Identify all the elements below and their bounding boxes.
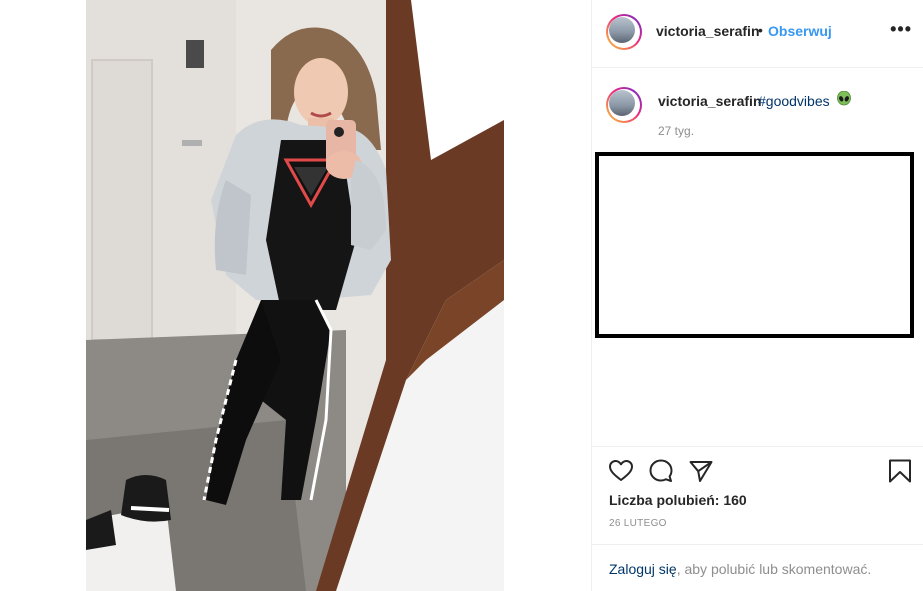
- post-photo[interactable]: [86, 0, 504, 591]
- login-link[interactable]: Zaloguj się: [609, 561, 677, 577]
- avatar[interactable]: [606, 14, 642, 50]
- post-date[interactable]: 26 LUTEGO: [609, 518, 667, 529]
- post-actions-section: Liczba polubień: 160 26 LUTEGO Zaloguj s…: [592, 446, 923, 591]
- share-icon[interactable]: [688, 458, 714, 484]
- post-header: victoria_serafin • Obserwuj •••: [592, 0, 923, 68]
- caption-avatar[interactable]: [606, 87, 642, 123]
- comment-icon[interactable]: [648, 458, 674, 484]
- header-username-link[interactable]: victoria_serafin: [656, 23, 760, 39]
- login-prompt-text: , aby polubić lub skomentować.: [676, 561, 872, 577]
- follow-button[interactable]: Obserwuj: [768, 23, 832, 39]
- avatar-image: [609, 90, 635, 116]
- separator-dot: •: [758, 22, 763, 38]
- heart-icon[interactable]: [608, 458, 634, 484]
- redaction-box: [595, 152, 914, 338]
- caption-timestamp[interactable]: 27 tyg.: [658, 124, 694, 138]
- photo-column: [0, 0, 591, 591]
- more-options-icon[interactable]: •••: [890, 19, 912, 40]
- login-prompt: Zaloguj się, aby polubić lub skomentować…: [592, 544, 923, 591]
- post-side-panel: victoria_serafin • Obserwuj ••• victoria…: [591, 0, 923, 591]
- mirror-selfie-image: [86, 0, 504, 591]
- likes-count[interactable]: Liczba polubień: 160: [609, 492, 747, 508]
- bookmark-icon[interactable]: [887, 458, 913, 484]
- avatar-image: [609, 17, 635, 43]
- caption-username-link[interactable]: victoria_serafin: [658, 93, 762, 109]
- alien-emoji-icon: [837, 91, 851, 106]
- hashtag-link[interactable]: #goodvibes: [758, 93, 830, 109]
- instagram-post-page: victoria_serafin • Obserwuj ••• victoria…: [0, 0, 923, 591]
